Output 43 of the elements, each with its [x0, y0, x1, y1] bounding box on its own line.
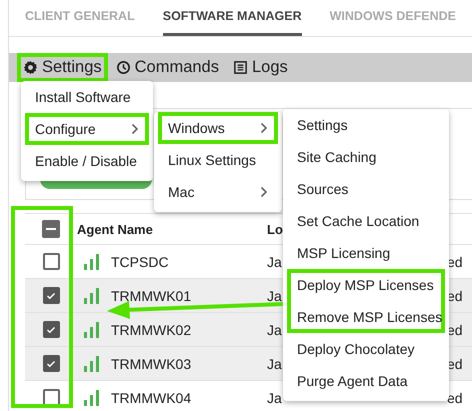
menu-item[interactable]: Configure	[25, 113, 149, 145]
checkbox[interactable]	[42, 220, 60, 238]
checkbox[interactable]	[42, 253, 60, 270]
toolbar-button[interactable]: Commands	[110, 53, 225, 82]
menu-item[interactable]: Settings	[287, 109, 445, 141]
agent-name: TRMMWK02	[111, 322, 192, 338]
table-cell: Ja	[267, 356, 282, 372]
clock-icon	[116, 60, 131, 75]
table-cell: Ja	[267, 288, 282, 304]
gear-icon	[23, 60, 38, 75]
checkbox[interactable]	[42, 321, 60, 338]
table-cell: ed	[447, 390, 463, 406]
menu-item[interactable]: Linux Settings	[158, 144, 278, 176]
tab[interactable]: SOFTWARE MANAGER	[162, 0, 302, 36]
agent-name: TRMMWK01	[111, 288, 192, 304]
agent-name: TRMMWK03	[111, 356, 192, 372]
menu-item[interactable]: Sources	[287, 173, 445, 205]
signal-icon	[84, 390, 99, 406]
checkbox[interactable]	[42, 287, 60, 304]
checkbox[interactable]	[42, 355, 60, 372]
menu-item[interactable]: Site Caching	[287, 141, 445, 173]
signal-icon	[84, 356, 99, 372]
table-cell: Ja	[267, 254, 282, 270]
column-header: Lo	[267, 222, 283, 236]
table-cell: Ja	[267, 322, 282, 338]
toolbar-button[interactable]: Logs	[227, 53, 294, 82]
list-icon	[233, 60, 248, 75]
check-icon	[46, 290, 56, 300]
table-cell: Ja	[267, 390, 282, 406]
agent-name: TRMMWK04	[111, 390, 192, 406]
menu-item[interactable]: Mac	[158, 176, 278, 208]
signal-icon	[84, 322, 99, 338]
menu-item[interactable]: Install Software	[25, 81, 149, 113]
check-icon	[46, 324, 56, 334]
check-icon	[46, 358, 56, 368]
menu-item[interactable]: Enable / Disable	[25, 145, 149, 177]
checkbox[interactable]	[42, 389, 60, 406]
menu-item[interactable]: Set Cache Location	[287, 205, 445, 237]
agent-name: TCPSDC	[111, 254, 169, 270]
signal-icon	[84, 254, 99, 270]
column-header: Agent Name	[77, 222, 153, 236]
signal-icon	[84, 288, 99, 304]
menu-item[interactable]: Windows	[158, 112, 278, 144]
